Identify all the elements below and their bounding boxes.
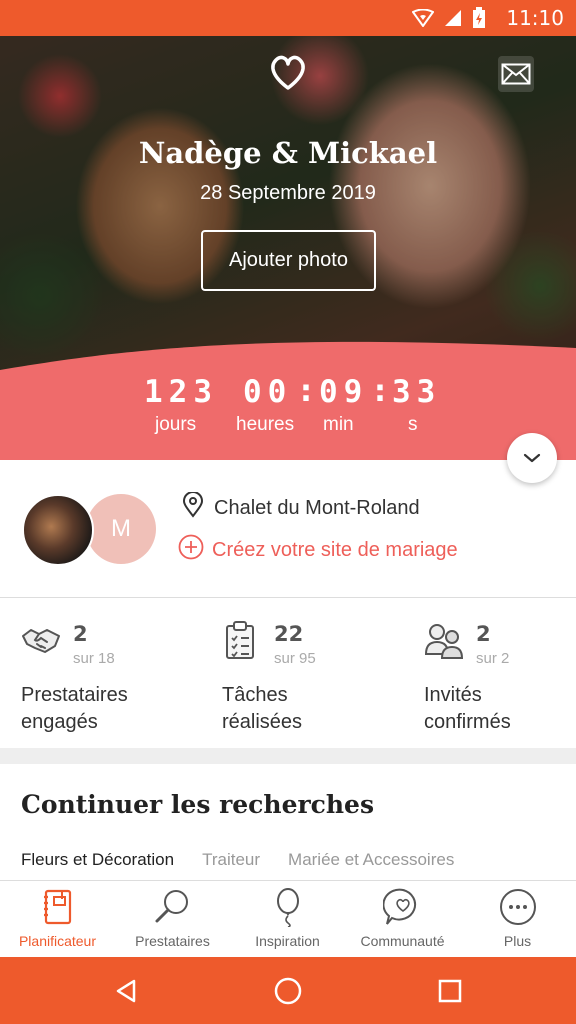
stats-section: 2 sur 18 Prestataires engagés 22 sur 95 … bbox=[0, 598, 576, 748]
stat-tasks-value: 22 bbox=[274, 622, 304, 646]
stat-tasks-total: sur 95 bbox=[274, 650, 316, 667]
continue-searches: Continuer les recherches Fleurs et Décor… bbox=[0, 764, 576, 880]
stat-tasks[interactable]: 22 sur 95 Tâches réalisées bbox=[222, 620, 402, 740]
plus-circle-icon bbox=[178, 534, 204, 566]
chat-heart-icon bbox=[381, 887, 423, 927]
stat-vendors-label: Prestataires engagés bbox=[21, 682, 128, 736]
nav-label: Communauté bbox=[360, 933, 445, 949]
stat-tasks-label: Tâches réalisées bbox=[222, 682, 302, 736]
avatar-partner-initial[interactable]: M bbox=[86, 494, 156, 564]
nav-plus[interactable]: Plus bbox=[460, 887, 575, 957]
handshake-icon bbox=[21, 620, 63, 662]
stat-label-line: confirmés bbox=[424, 711, 511, 733]
category-tabs: Fleurs et Décoration Traiteur Mariée et … bbox=[21, 850, 454, 870]
stat-guests[interactable]: 2 sur 2 Invités confirmés bbox=[424, 620, 576, 740]
tab-fleurs-decoration[interactable]: Fleurs et Décoration bbox=[21, 850, 174, 870]
balloon-icon bbox=[268, 887, 308, 928]
home-icon[interactable] bbox=[270, 973, 306, 1009]
stat-label-line: Prestataires bbox=[21, 684, 128, 706]
nav-planificateur[interactable]: Planificateur bbox=[0, 887, 115, 957]
countdown-days: 123 bbox=[144, 374, 218, 410]
system-navigation-bar bbox=[0, 957, 576, 1024]
more-icon bbox=[498, 887, 538, 927]
cell-signal-icon bbox=[444, 9, 462, 27]
stat-vendors-value: 2 bbox=[73, 622, 88, 646]
stat-label-line: Tâches bbox=[222, 684, 288, 706]
nav-label: Prestataires bbox=[135, 933, 210, 949]
hero-section: Nadège & Mickael 28 Septembre 2019 Ajout… bbox=[0, 36, 576, 460]
countdown-minutes: 09 bbox=[319, 374, 369, 410]
stat-label-line: engagés bbox=[21, 711, 98, 733]
venue[interactable]: Chalet du Mont-Roland bbox=[182, 491, 420, 524]
countdown-days-label: jours bbox=[155, 414, 197, 435]
stat-vendors[interactable]: 2 sur 18 Prestataires engagés bbox=[21, 620, 201, 740]
tab-mariee-accessoires[interactable]: Mariée et Accessoires bbox=[288, 850, 454, 870]
stat-label-line: Invités bbox=[424, 684, 482, 706]
nav-label: Inspiration bbox=[255, 933, 320, 949]
envelope-icon[interactable] bbox=[498, 56, 534, 92]
countdown-seconds: 33 bbox=[392, 374, 442, 410]
planner-icon bbox=[38, 887, 78, 927]
tab-traiteur[interactable]: Traiteur bbox=[202, 850, 260, 870]
location-pin-icon bbox=[182, 491, 204, 524]
app-screen: 11:10 Nadège & Mickael 28 Septembre 2019… bbox=[0, 0, 576, 1024]
status-time: 11:10 bbox=[506, 6, 564, 30]
back-icon[interactable] bbox=[108, 973, 144, 1009]
create-site-link[interactable]: Créez votre site de mariage bbox=[178, 534, 458, 566]
wedding-date: 28 Septembre 2019 bbox=[200, 182, 376, 204]
stat-guests-total: sur 2 bbox=[476, 650, 510, 667]
recents-icon[interactable] bbox=[432, 973, 468, 1009]
stat-label-line: réalisées bbox=[222, 711, 303, 733]
guests-icon bbox=[424, 620, 466, 662]
nav-communaute[interactable]: Communauté bbox=[345, 887, 460, 957]
section-title: Continuer les recherches bbox=[21, 790, 375, 819]
couple-names: Nadège & Mickael bbox=[138, 136, 438, 170]
countdown-minutes-label: min bbox=[323, 414, 354, 435]
countdown-separator: : bbox=[374, 374, 386, 409]
search-icon bbox=[153, 887, 193, 927]
venue-name: Chalet du Mont-Roland bbox=[214, 496, 420, 519]
stat-vendors-total: sur 18 bbox=[73, 650, 115, 667]
signal-heart-icon bbox=[412, 9, 435, 27]
countdown-hours: 00 bbox=[243, 374, 293, 410]
nav-inspiration[interactable]: Inspiration bbox=[230, 887, 345, 957]
status-bar: 11:10 bbox=[0, 0, 576, 36]
countdown: 123 00 : 09 : 33 jours heures min s bbox=[0, 374, 576, 454]
battery-charging-icon bbox=[472, 7, 486, 29]
nav-prestataires[interactable]: Prestataires bbox=[115, 887, 230, 957]
heart-logo-icon bbox=[268, 52, 308, 92]
stat-guests-label: Invités confirmés bbox=[424, 682, 511, 736]
nav-label: Planificateur bbox=[18, 933, 97, 949]
stat-guests-value: 2 bbox=[476, 622, 491, 646]
nav-label: Plus bbox=[503, 933, 532, 949]
wedding-info: M Chalet du Mont-Roland Créez votre site… bbox=[0, 460, 576, 598]
add-photo-button[interactable]: Ajouter photo bbox=[201, 230, 376, 291]
bottom-navigation: Planificateur Prestataires Inspiration C… bbox=[0, 880, 576, 957]
countdown-separator: : bbox=[300, 374, 312, 409]
expand-button[interactable] bbox=[507, 433, 557, 483]
chevron-down-icon bbox=[522, 449, 542, 468]
create-site-label: Créez votre site de mariage bbox=[212, 538, 458, 561]
clipboard-icon bbox=[222, 620, 264, 662]
countdown-hours-label: heures bbox=[236, 414, 295, 435]
section-divider bbox=[0, 748, 576, 764]
avatar-partner-photo[interactable] bbox=[22, 494, 94, 566]
countdown-seconds-label: s bbox=[408, 414, 418, 435]
